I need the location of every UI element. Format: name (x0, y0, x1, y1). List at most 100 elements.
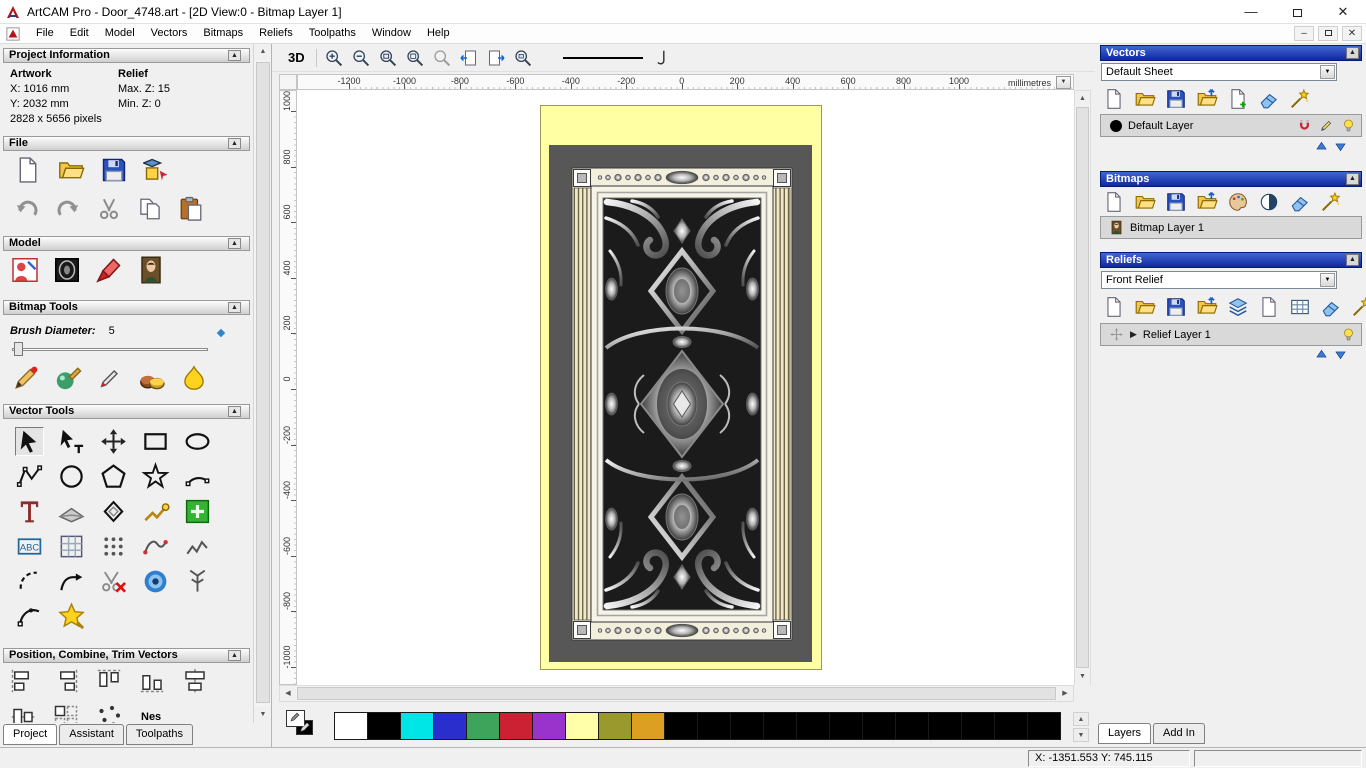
menu-edit[interactable]: Edit (62, 27, 97, 39)
collapse-icon[interactable]: ▲ (228, 138, 241, 149)
zoom-fit-icon[interactable] (405, 48, 425, 68)
mdi-close-button[interactable]: ✕ (1342, 26, 1362, 41)
array-copy-icon[interactable] (51, 702, 81, 723)
horizontal-scrollbar[interactable]: ◀ ▶ (279, 685, 1074, 702)
scroll-left-button[interactable]: ◀ (280, 686, 296, 701)
bitmap-wizard-icon[interactable] (1320, 191, 1342, 213)
cut-icon[interactable] (96, 196, 122, 222)
tab-toolpaths[interactable]: Toolpaths (125, 724, 193, 745)
maximize-button[interactable] (1280, 1, 1314, 23)
flood-fill-icon[interactable] (180, 364, 208, 392)
chevron-down-icon[interactable]: ▼ (1320, 65, 1335, 79)
palette-swatch-4[interactable] (466, 712, 500, 740)
palette-swatch-2[interactable] (400, 712, 434, 740)
collapse-icon[interactable]: ▲ (1346, 47, 1359, 59)
palette-swatch-17[interactable] (895, 712, 929, 740)
bitmap-layer-row[interactable]: Bitmap Layer 1 (1100, 216, 1362, 239)
vectors-header[interactable]: Vectors ▲ (1100, 45, 1362, 61)
menu-toolpaths[interactable]: Toolpaths (301, 27, 364, 39)
select-vectors-tool[interactable] (14, 427, 44, 456)
palette-swatch-11[interactable] (697, 712, 731, 740)
collapse-icon[interactable]: ▲ (228, 650, 241, 661)
palette-swatch-6[interactable] (532, 712, 566, 740)
import-model-icon[interactable] (143, 156, 171, 184)
polyline-tool[interactable] (15, 462, 44, 491)
create-spiral-tool[interactable] (141, 567, 170, 596)
layer-wizard-icon[interactable] (1289, 88, 1311, 110)
offset-vector-tool[interactable] (99, 497, 128, 526)
pan-right-icon[interactable] (486, 48, 506, 68)
menu-reliefs[interactable]: Reliefs (251, 27, 301, 39)
relief-layer-row[interactable]: ▶ Relief Layer 1 (1100, 323, 1362, 346)
save-vector-layer-icon[interactable] (1165, 88, 1187, 110)
align-centre-icon[interactable] (180, 666, 210, 696)
brush-diameter-slider[interactable] (12, 348, 208, 351)
chevron-down-icon[interactable]: ▼ (1320, 273, 1335, 287)
expander-icon[interactable]: ▶ (1130, 329, 1137, 340)
brush-slider-thumb[interactable] (14, 342, 23, 356)
redo-icon[interactable] (55, 196, 81, 222)
palette-swatch-21[interactable] (1027, 712, 1061, 740)
section-header-vector-tools[interactable]: Vector Tools ▲ (3, 404, 250, 419)
menu-vectors[interactable]: Vectors (143, 27, 196, 39)
new-sheet-icon[interactable] (1227, 88, 1249, 110)
open-file-icon[interactable] (57, 156, 85, 184)
section-header-position-combine-trim[interactable]: Position, Combine, Trim Vectors ▲ (3, 648, 250, 663)
section-header-project-information[interactable]: Project Information ▲ (3, 48, 250, 63)
import-vectors-icon[interactable] (1196, 88, 1218, 110)
relief-selector[interactable]: Front Relief ▼ (1101, 271, 1337, 289)
measure-tool[interactable] (57, 497, 86, 526)
tab-add-in[interactable]: Add In (1153, 723, 1205, 744)
close-button[interactable]: ✕ (1326, 1, 1360, 23)
mdi-restore-button[interactable] (1318, 26, 1338, 41)
section-header-bitmap-tools[interactable]: Bitmap Tools ▲ (3, 300, 250, 315)
palette-swatch-1[interactable] (367, 712, 401, 740)
zoom-box-icon[interactable] (378, 48, 398, 68)
move-layer-up-icon[interactable] (1314, 140, 1329, 153)
align-top-icon[interactable] (94, 666, 124, 696)
new-vector-layer-icon[interactable] (1103, 88, 1125, 110)
bitmap-thumbnail-icon[interactable] (1109, 220, 1124, 235)
menu-window[interactable]: Window (364, 27, 419, 39)
section-header-file[interactable]: File ▲ (3, 136, 250, 151)
palette-swatch-16[interactable] (862, 712, 896, 740)
paste-vector-tool[interactable] (183, 497, 212, 526)
arc-tool[interactable] (183, 462, 212, 491)
star-tool[interactable] (140, 462, 170, 491)
palette-swatch-19[interactable] (961, 712, 995, 740)
load-image-icon[interactable] (136, 255, 166, 285)
fit-arcs-tool[interactable] (183, 532, 212, 561)
scrollbar-thumb[interactable] (256, 62, 270, 703)
nesting-tool[interactable] (141, 532, 170, 561)
trim-vectors-tool[interactable] (99, 567, 128, 596)
3d-view-button[interactable]: 3D (284, 49, 309, 66)
align-bottom-icon[interactable] (137, 666, 167, 696)
move-layer-up-icon[interactable] (1314, 348, 1329, 361)
align-right-icon[interactable] (51, 666, 81, 696)
scroll-down-button[interactable]: ▼ (254, 707, 272, 723)
tab-project[interactable]: Project (3, 724, 58, 745)
paint-selective-icon[interactable] (54, 364, 82, 392)
open-bitmap-layer-icon[interactable] (1134, 191, 1156, 213)
palette-swatch-12[interactable] (730, 712, 764, 740)
fit-curve-tool[interactable] (183, 567, 212, 596)
model-viewport[interactable] (297, 90, 1074, 685)
bitmaps-header[interactable]: Bitmaps ▲ (1100, 171, 1362, 187)
palette-swatch-7[interactable] (565, 712, 599, 740)
tab-assistant[interactable]: Assistant (59, 724, 124, 745)
text-tool[interactable] (15, 497, 44, 526)
zoom-previous-icon[interactable] (432, 48, 452, 68)
new-bitmap-layer-icon[interactable] (1103, 191, 1125, 213)
paint-icon[interactable] (12, 364, 40, 392)
bitmap-to-vector-tool[interactable] (141, 497, 170, 526)
delete-bitmap-layer-icon[interactable] (1289, 191, 1311, 213)
relief-wizard-icon[interactable] (1351, 296, 1366, 318)
scroll-right-button[interactable]: ▶ (1057, 686, 1073, 701)
tab-layers[interactable]: Layers (1098, 723, 1152, 744)
minimize-button[interactable]: — (1234, 1, 1268, 23)
mdi-minimize-button[interactable]: – (1294, 26, 1314, 41)
extend-vector-tool[interactable] (57, 567, 86, 596)
reliefs-header[interactable]: Reliefs ▲ (1100, 252, 1362, 268)
copy-icon[interactable] (137, 196, 163, 222)
import-relief-icon[interactable] (1196, 296, 1218, 318)
